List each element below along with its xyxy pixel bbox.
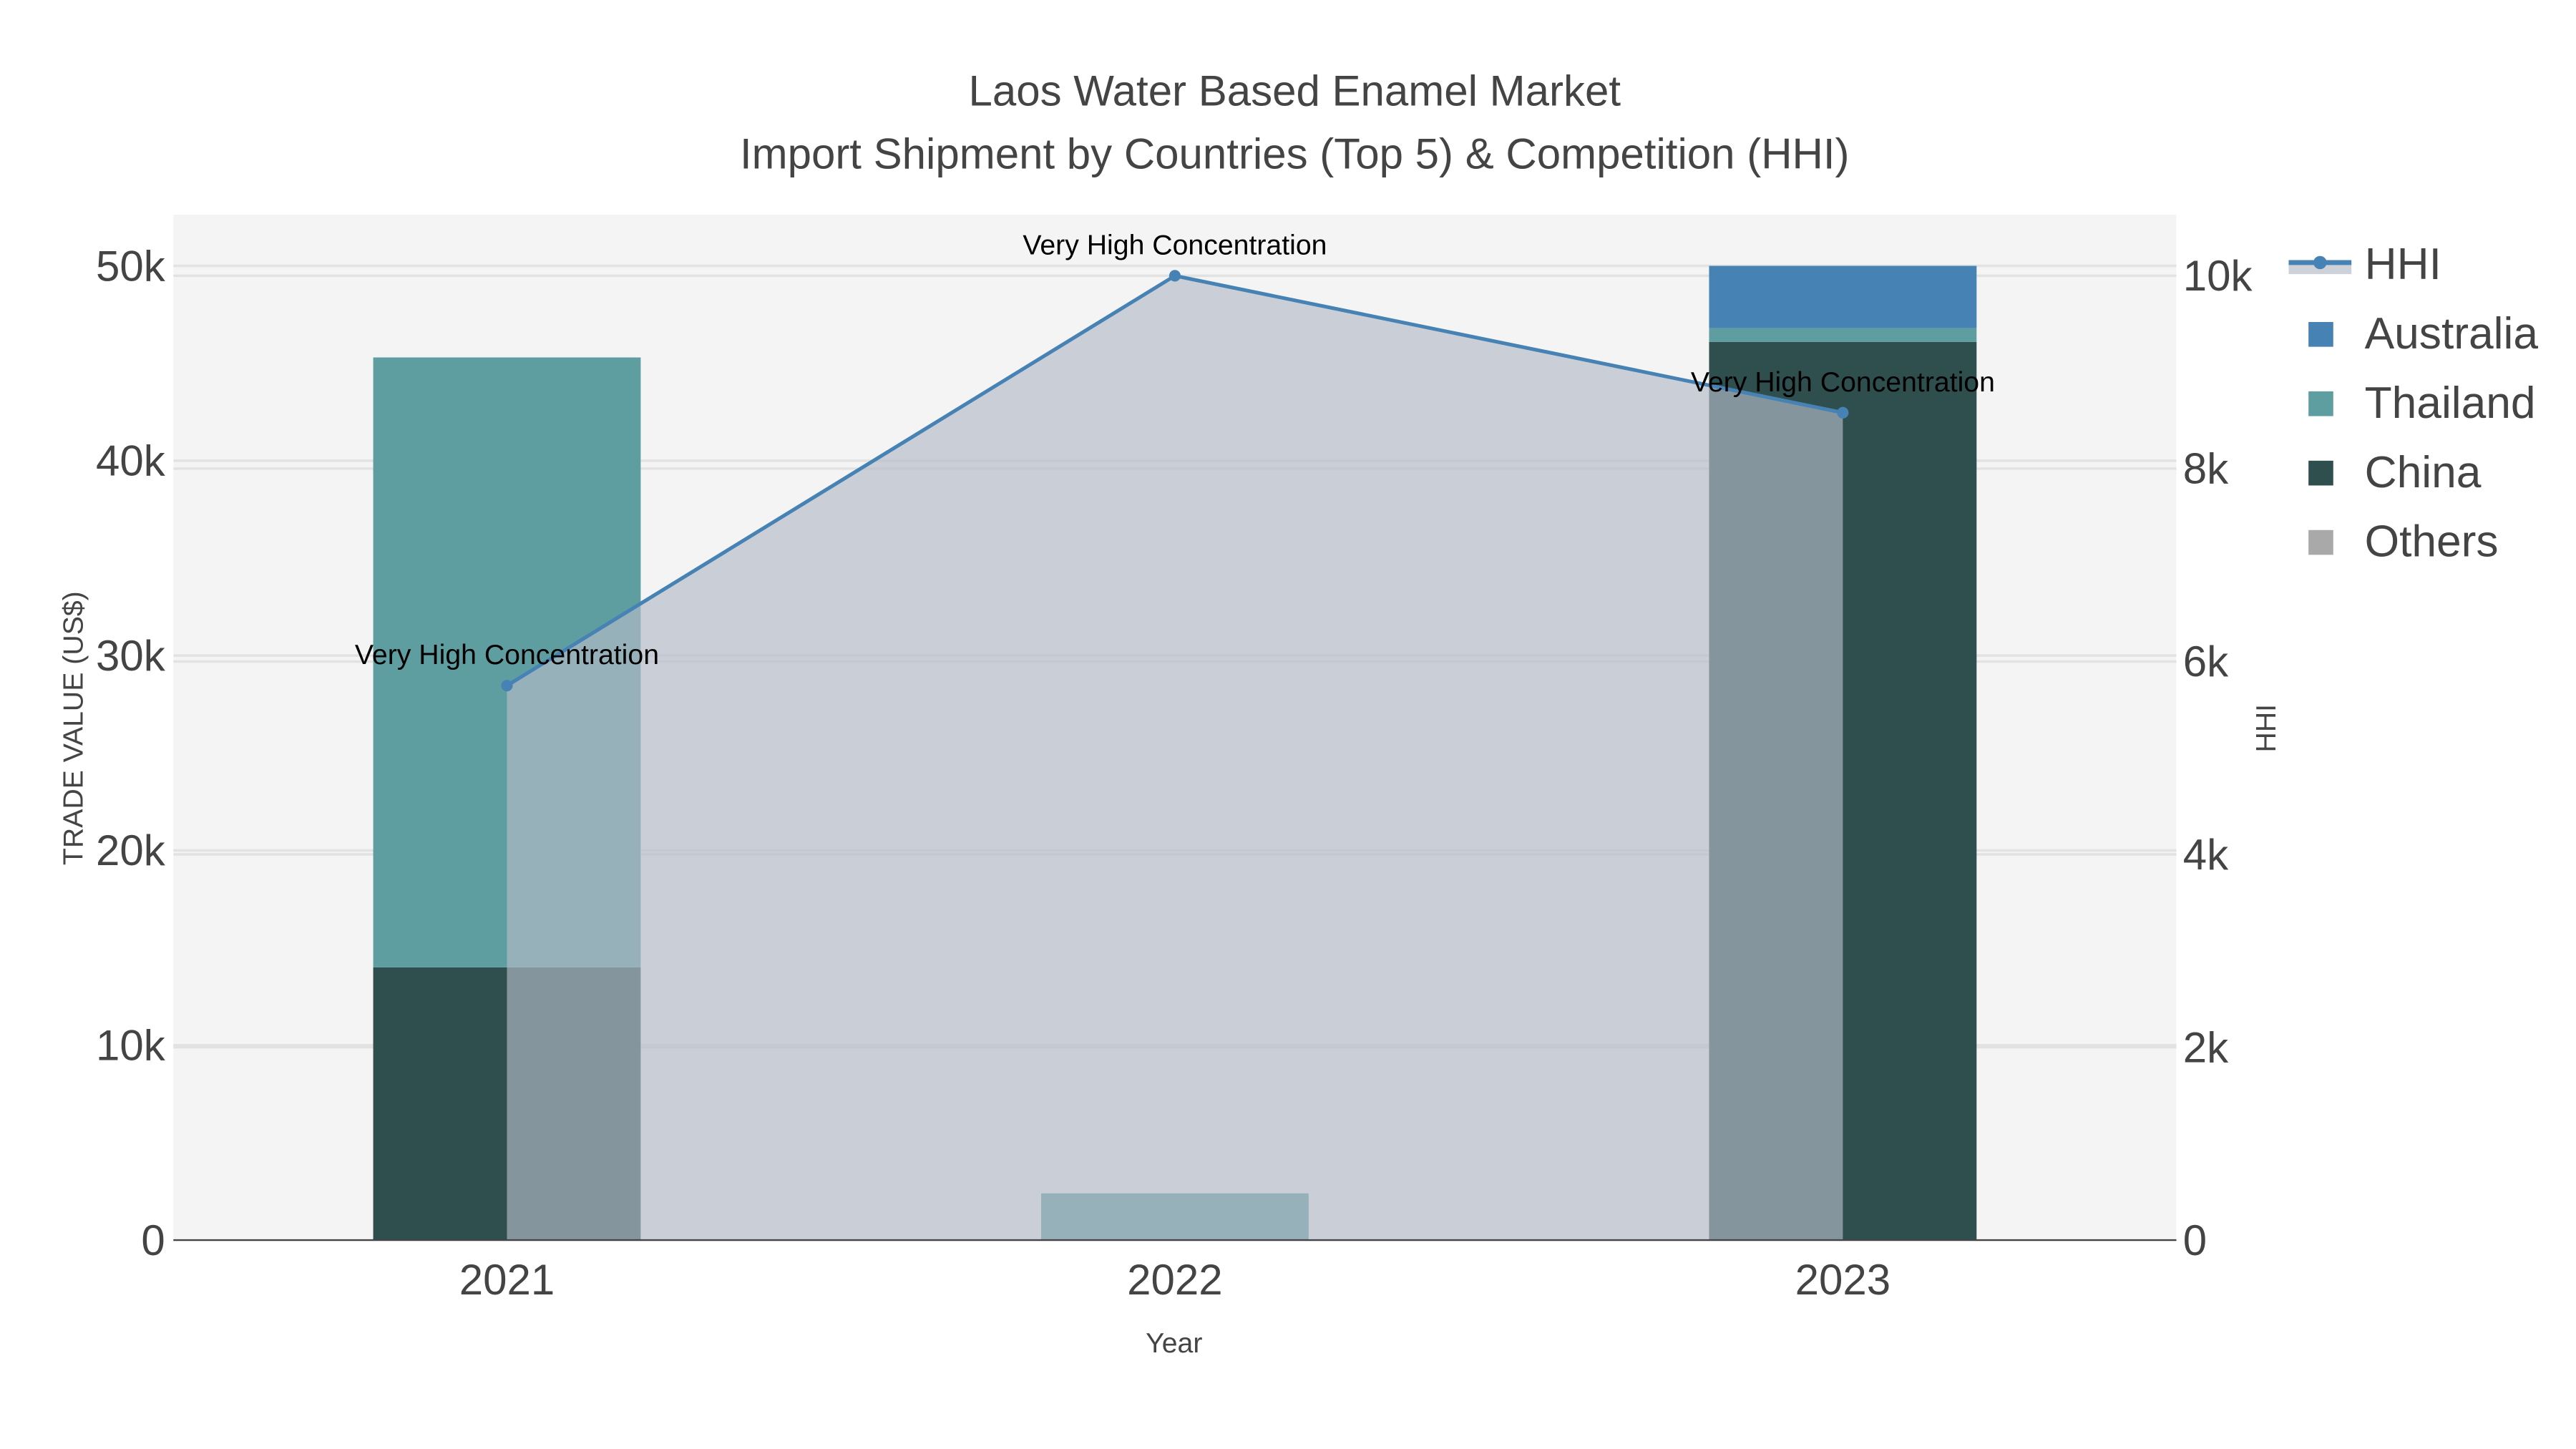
chart-subtitle: Import Shipment by Countries (Top 5) & C… bbox=[740, 130, 1850, 177]
legend-swatch-thailand bbox=[2308, 391, 2333, 416]
legend-label-australia: Australia bbox=[2365, 309, 2539, 358]
chart: Very High Concentration Very High Concent… bbox=[57, 67, 2538, 1359]
hhi-point-2022 bbox=[1169, 270, 1181, 282]
y2-tick-label: 2k bbox=[2183, 1023, 2229, 1071]
y-tick-label: 10k bbox=[96, 1022, 166, 1070]
legend-swatch-australia bbox=[2308, 322, 2333, 347]
legend-label-others: Others bbox=[2365, 517, 2499, 567]
legend-label-hhi: HHI bbox=[2365, 240, 2441, 289]
legend-hhi-marker bbox=[2313, 255, 2327, 270]
hhi-point-2023 bbox=[1837, 406, 1849, 419]
hhi-label: Very High Concentration bbox=[1691, 366, 1995, 398]
legend-swatch-china bbox=[2308, 460, 2333, 486]
y2-tick-label: 8k bbox=[2183, 445, 2229, 493]
legend-swatch-others bbox=[2308, 530, 2333, 555]
hhi-label: Very High Concentration bbox=[355, 639, 659, 670]
y-tick-label: 30k bbox=[96, 632, 166, 680]
legend-label-china: China bbox=[2365, 448, 2482, 497]
y2-tick-label: 0 bbox=[2183, 1216, 2207, 1264]
x-tick-label: 2021 bbox=[459, 1256, 555, 1304]
chart-title: Laos Water Based Enamel Market bbox=[968, 67, 1621, 115]
y2-tick-label: 10k bbox=[2183, 252, 2253, 300]
y2-axis-title: HHI bbox=[2250, 704, 2282, 753]
x-tick-label: 2022 bbox=[1127, 1256, 1222, 1304]
bar-thailand-2023 bbox=[1709, 328, 1977, 342]
y-tick-label: 40k bbox=[96, 437, 166, 485]
legend-label-thailand: Thailand bbox=[2365, 379, 2536, 428]
y2-tick-label: 4k bbox=[2183, 831, 2229, 879]
y-tick-label: 0 bbox=[141, 1216, 165, 1264]
legend: HHI Australia Thailand China Others bbox=[2288, 240, 2538, 567]
x-tick-label: 2023 bbox=[1795, 1256, 1890, 1304]
hhi-label: Very High Concentration bbox=[1023, 229, 1327, 260]
x-axis-title: Year bbox=[1146, 1327, 1202, 1359]
y-axis-title: TRADE VALUE (US$) bbox=[57, 591, 89, 865]
y2-tick-label: 6k bbox=[2183, 638, 2229, 686]
y-tick-label: 50k bbox=[96, 242, 166, 290]
y-tick-label: 20k bbox=[96, 826, 166, 874]
hhi-point-2021 bbox=[501, 680, 513, 692]
bar-australia-2023 bbox=[1709, 265, 1977, 328]
